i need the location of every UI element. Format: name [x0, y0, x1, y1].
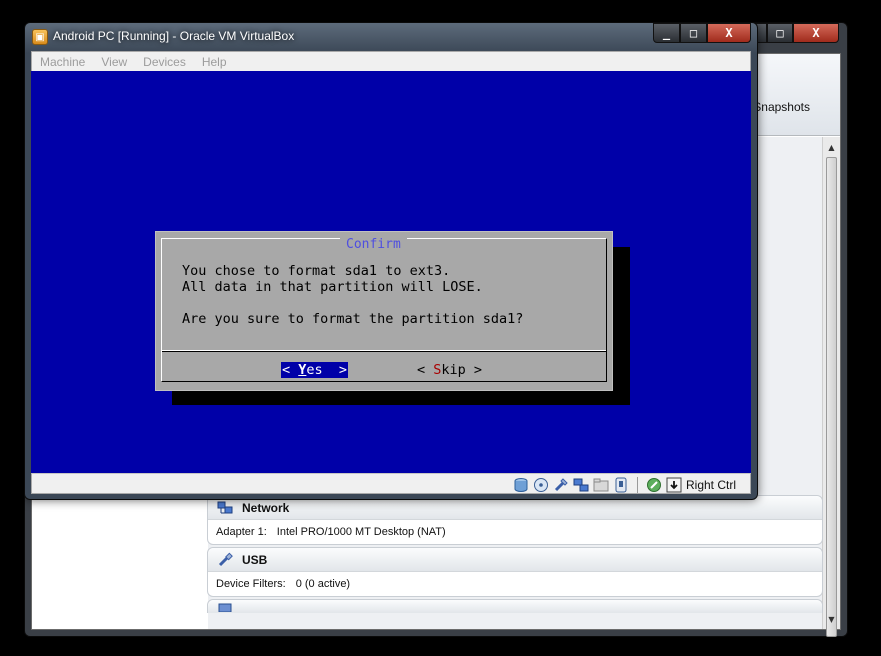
skip-button[interactable]: < Skip >: [416, 362, 483, 378]
vm-statusbar: Right Ctrl: [31, 473, 751, 494]
yes-button-rest: es >: [306, 362, 348, 378]
usb-device-icon[interactable]: [552, 476, 570, 494]
usb-section-header[interactable]: USB: [208, 548, 822, 572]
vm-maximize-button[interactable]: □: [680, 23, 707, 43]
shared-folders-section-header[interactable]: [208, 600, 822, 613]
vm-window-title: Android PC [Running] - Oracle VM Virtual…: [53, 29, 295, 43]
dialog-line-3: Are you sure to format the partition sda…: [182, 311, 524, 327]
guest-display[interactable]: Confirm You chose to format sda1 to ext3…: [31, 71, 751, 473]
shared-folder-icon: [216, 600, 234, 613]
dialog-separator: [162, 350, 606, 352]
details-scrollbar[interactable]: ▲ ▼: [822, 137, 840, 637]
status-icons: Right Ctrl: [510, 475, 736, 494]
device-filters-value: 0 (0 active): [295, 578, 351, 590]
manager-maximize-button[interactable]: □: [767, 23, 793, 43]
yes-button-left: <: [282, 362, 299, 378]
menu-devices[interactable]: Devices: [143, 55, 186, 69]
keyboard-capture-icon[interactable]: [665, 476, 683, 494]
network-adapter-row: Adapter 1: Intel PRO/1000 MT Desktop (NA…: [208, 520, 822, 544]
usb-section: USB Device Filters: 0 (0 active): [207, 547, 823, 597]
status-separator: [636, 476, 638, 493]
dialog-line-1: You chose to format sda1 to ext3.: [182, 263, 451, 279]
yes-button[interactable]: < Yes >: [281, 362, 349, 378]
usb-filters-row: Device Filters: 0 (0 active): [208, 572, 822, 596]
menu-view[interactable]: View: [101, 55, 127, 69]
hard-disk-icon[interactable]: [512, 476, 530, 494]
confirm-dialog: Confirm You chose to format sda1 to ext3…: [155, 231, 613, 391]
vm-menubar: Machine View Devices Help: [31, 51, 751, 71]
dialog-title: Confirm: [340, 237, 407, 253]
manager-close-button[interactable]: X: [793, 23, 839, 43]
shared-folders-section: [207, 599, 823, 613]
skip-button-rest: kip >: [441, 362, 483, 378]
vm-close-button[interactable]: X: [707, 23, 751, 43]
vm-minimize-button[interactable]: _: [653, 23, 680, 43]
menu-machine[interactable]: Machine: [40, 55, 85, 69]
vm-caption-buttons: _ □ X: [653, 23, 751, 44]
menu-help[interactable]: Help: [202, 55, 227, 69]
virtualbox-app-icon[interactable]: ▣: [32, 29, 48, 45]
network-section-title: Network: [242, 500, 290, 515]
adapter-value: Intel PRO/1000 MT Desktop (NAT): [276, 526, 446, 538]
usb-section-title: USB: [242, 552, 268, 567]
skip-button-left: <: [417, 362, 434, 378]
adapter-key: Adapter 1:: [216, 526, 267, 538]
network-adapter-icon[interactable]: [572, 476, 590, 494]
scroll-down-arrow-icon[interactable]: ▼: [823, 611, 840, 627]
scrollbar-thumb[interactable]: [826, 157, 837, 637]
host-key-label: Right Ctrl: [685, 477, 736, 492]
optical-drive-icon[interactable]: [532, 476, 550, 494]
network-section: Network Adapter 1: Intel PRO/1000 MT Des…: [207, 495, 823, 545]
device-filters-key: Device Filters:: [216, 578, 286, 590]
dialog-line-2: All data in that partition will LOSE.: [182, 279, 483, 295]
network-icon: [216, 500, 234, 516]
vm-window: ▣ Android PC [Running] - Oracle VM Virtu…: [24, 22, 758, 500]
scroll-up-arrow-icon[interactable]: ▲: [823, 139, 840, 155]
mouse-integration-icon[interactable]: [645, 476, 663, 494]
usb-icon: [216, 552, 234, 568]
snapshots-button[interactable]: Snapshots: [753, 100, 810, 114]
shared-folder-icon[interactable]: [592, 476, 610, 494]
dialog-frame: Confirm You chose to format sda1 to ext3…: [161, 237, 607, 382]
capture-icon[interactable]: [612, 476, 630, 494]
